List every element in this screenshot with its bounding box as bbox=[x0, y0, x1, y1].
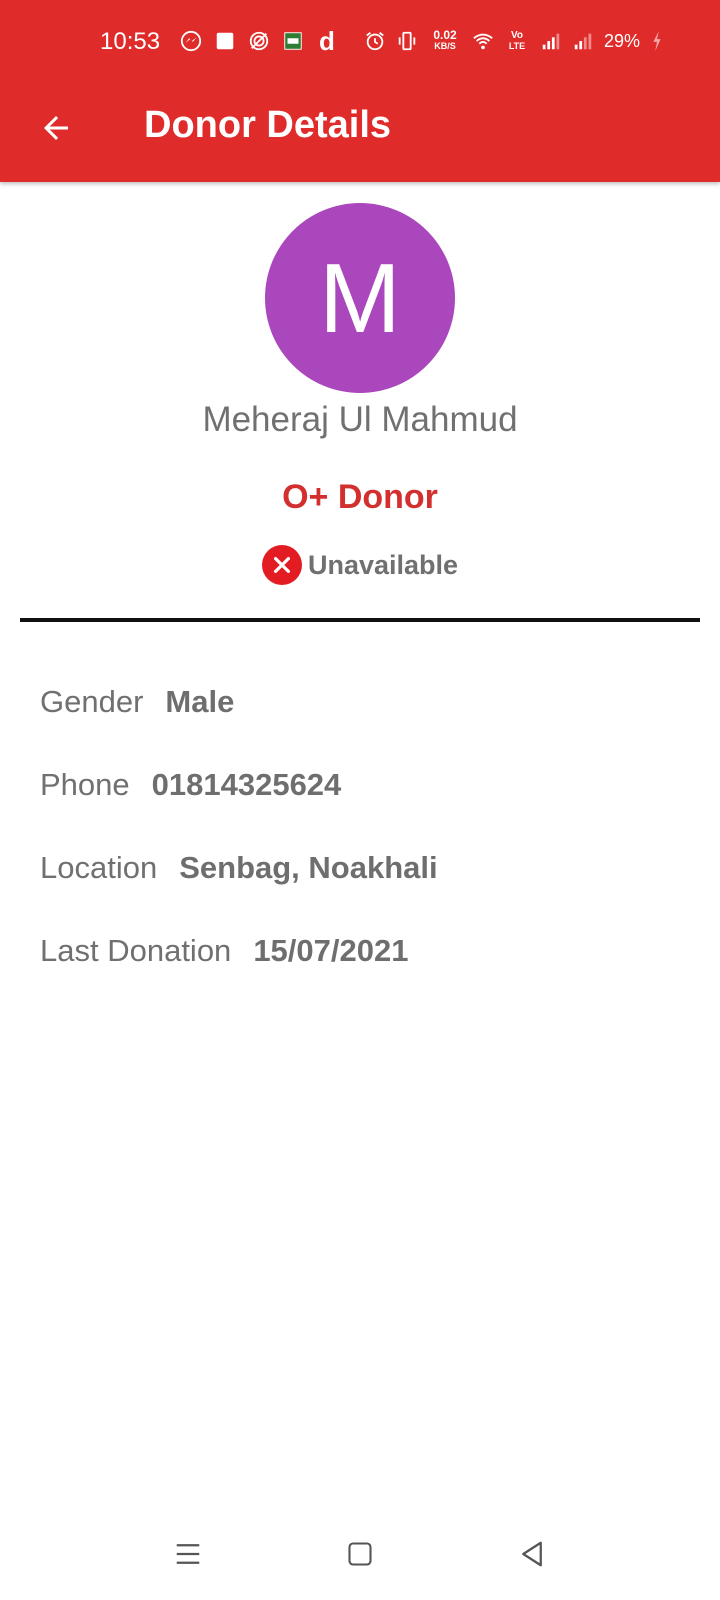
status-time: 10:53 bbox=[100, 28, 161, 55]
detail-value: 15/07/2021 bbox=[253, 932, 409, 968]
home-square-icon bbox=[348, 1542, 372, 1566]
blood-group-label: O+ Donor bbox=[282, 478, 438, 516]
vpn-icon bbox=[248, 30, 270, 52]
system-icons: 0.02 KB/S Vo LTE 29% bbox=[364, 28, 664, 52]
square-app-icon bbox=[214, 30, 236, 52]
signal-icon bbox=[540, 30, 562, 52]
system-nav-bar bbox=[0, 1510, 720, 1600]
alarm-icon bbox=[364, 30, 386, 52]
availability-label: Unavailable bbox=[307, 549, 459, 580]
net-speed: 0.02 KB/S bbox=[433, 28, 457, 51]
wifi-icon bbox=[472, 30, 494, 52]
detail-value: Male bbox=[165, 683, 235, 719]
battery-percent: 29% bbox=[604, 30, 641, 51]
image-app-icon bbox=[282, 30, 304, 52]
section-divider bbox=[20, 618, 700, 622]
detail-row-gender: Gender Male bbox=[40, 660, 680, 743]
back-button[interactable] bbox=[34, 106, 78, 150]
home-button[interactable] bbox=[336, 1530, 384, 1578]
donor-details-screen: 10:53 d 0.02 KB/S Vo LTE 29% Donor Detai… bbox=[0, 0, 720, 1600]
detail-value[interactable]: 01814325624 bbox=[152, 767, 342, 803]
detail-value: Senbag, Noakhali bbox=[179, 849, 438, 885]
detail-label: Last Donation bbox=[40, 932, 232, 968]
signal-icon-2 bbox=[572, 30, 594, 52]
page-title: Donor Details bbox=[144, 104, 392, 146]
close-circle-icon bbox=[261, 545, 302, 585]
detail-label: Location bbox=[40, 849, 158, 885]
d-app-icon: d bbox=[319, 26, 335, 56]
availability-status: Unavailable bbox=[0, 545, 720, 585]
system-back-button[interactable] bbox=[508, 1530, 556, 1578]
detail-label: Gender bbox=[40, 683, 144, 719]
menu-icon bbox=[176, 1544, 200, 1564]
donor-name: Meheraj Ul Mahmud bbox=[202, 400, 518, 439]
arrow-back-icon bbox=[44, 116, 68, 140]
notification-icons: d bbox=[180, 26, 338, 56]
app-bar: Donor Details bbox=[0, 90, 720, 182]
charging-icon bbox=[650, 30, 664, 52]
top-bar: 10:53 d 0.02 KB/S Vo LTE 29% Donor Detai… bbox=[0, 0, 720, 182]
recents-button[interactable] bbox=[164, 1530, 212, 1578]
detail-row-location: Location Senbag, Noakhali bbox=[40, 826, 680, 909]
avatar-letter: M bbox=[319, 242, 401, 353]
detail-label: Phone bbox=[40, 766, 130, 802]
messenger-icon bbox=[180, 30, 202, 52]
detail-row-last-donation: Last Donation 15/07/2021 bbox=[40, 909, 680, 992]
detail-row-phone: Phone 01814325624 bbox=[40, 743, 680, 826]
back-triangle-icon bbox=[522, 1541, 542, 1567]
volte-icon: Vo LTE bbox=[508, 30, 526, 51]
avatar: M bbox=[265, 203, 455, 393]
status-bar: 10:53 d 0.02 KB/S Vo LTE 29% bbox=[0, 0, 720, 90]
details-list: Gender Male Phone 01814325624 Location S… bbox=[40, 660, 680, 992]
vibrate-icon bbox=[396, 30, 418, 52]
